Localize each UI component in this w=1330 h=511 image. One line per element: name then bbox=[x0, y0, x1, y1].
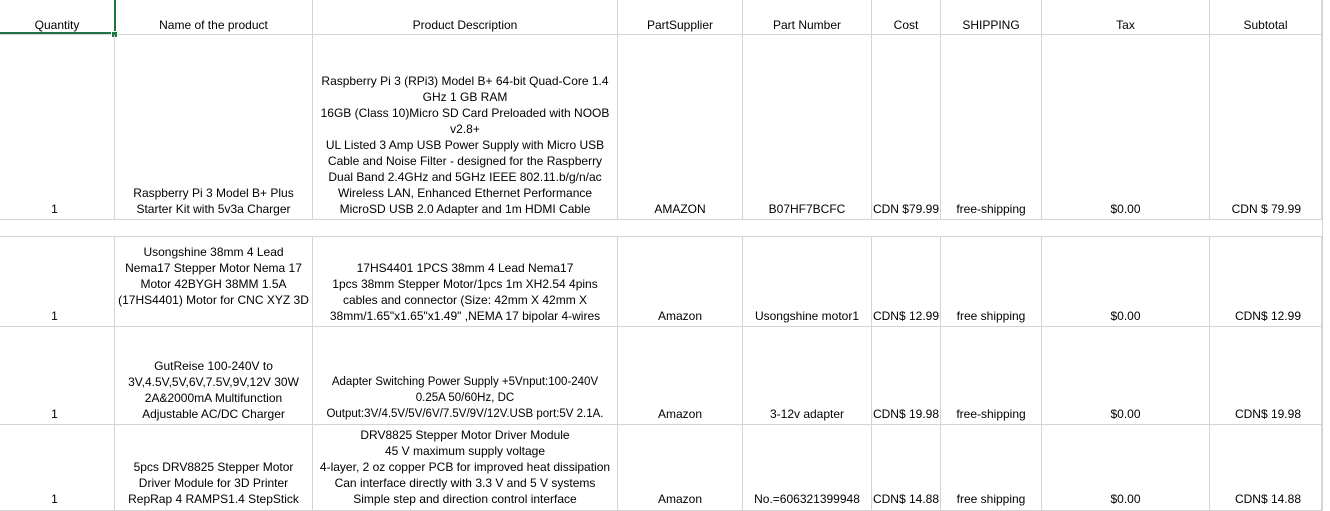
table-cell-cost[interactable]: CDN$ 19.98 bbox=[872, 327, 941, 425]
header-cell-tax[interactable]: Tax bbox=[1042, 0, 1210, 35]
table-cell-description[interactable]: DRV8825 Stepper Motor Driver Module 45 V… bbox=[313, 425, 618, 511]
header-label: Part Number bbox=[772, 18, 842, 32]
cell-text: free-shipping bbox=[956, 202, 1026, 216]
table-cell-tax[interactable]: $0.00 bbox=[1042, 237, 1210, 327]
table-cell-supplier[interactable]: Amazon bbox=[618, 425, 743, 511]
cell-text: $0.00 bbox=[1110, 492, 1141, 506]
table-cell-description[interactable]: Adapter Switching Power Supply +5Vnput:1… bbox=[313, 327, 618, 425]
table-cell-supplier[interactable]: Amazon bbox=[618, 237, 743, 327]
header-label: Name of the product bbox=[159, 18, 268, 32]
header-cell-cost[interactable]: Cost bbox=[872, 0, 941, 35]
table-cell-name[interactable]: 5pcs DRV8825 Stepper Motor Driver Module… bbox=[115, 425, 313, 511]
header-cell-shipping[interactable]: SHIPPING bbox=[941, 0, 1042, 35]
cell-text: 5pcs DRV8825 Stepper Motor Driver Module… bbox=[128, 460, 299, 506]
table-cell-cost[interactable]: CDN$ 14.88 bbox=[872, 425, 941, 511]
table-cell-cost[interactable]: CDN $79.99 bbox=[872, 35, 941, 220]
header-label: PartSupplier bbox=[646, 18, 714, 32]
table-cell-name[interactable]: Usongshine 38mm 4 Lead Nema17 Stepper Mo… bbox=[115, 237, 313, 327]
table-cell-name[interactable]: GutReise 100-240V to 3V,4.5V,5V,6V,7.5V,… bbox=[115, 327, 313, 425]
scroll-edge bbox=[1322, 0, 1330, 511]
table-cell-subtotal[interactable]: CDN $ 79.99 bbox=[1210, 35, 1322, 220]
cell-text: free shipping bbox=[956, 492, 1026, 506]
header-label: Subtotal bbox=[1243, 18, 1288, 32]
header-cell-supplier[interactable]: PartSupplier bbox=[618, 0, 743, 35]
table-cell-shipping[interactable]: free shipping bbox=[941, 425, 1042, 511]
cell-text: free-shipping bbox=[956, 407, 1026, 421]
table-cell-tax[interactable]: $0.00 bbox=[1042, 425, 1210, 511]
table-cell-subtotal[interactable]: CDN$ 12.99 bbox=[1210, 237, 1322, 327]
cell-text: CDN $79.99 bbox=[872, 202, 940, 216]
cell-text: 1 bbox=[51, 309, 58, 323]
table-cell-description[interactable]: 17HS4401 1PCS 38mm 4 Lead Nema17 1pcs 38… bbox=[313, 237, 618, 327]
table-cell-supplier[interactable]: AMAZON bbox=[618, 35, 743, 220]
cell-text: Raspberry Pi 3 (RPi3) Model B+ 64-bit Qu… bbox=[320, 74, 610, 216]
header-cell-subtotal[interactable]: Subtotal bbox=[1210, 0, 1322, 35]
header-cell-part-number[interactable]: Part Number bbox=[743, 0, 872, 35]
table-cell-quantity[interactable]: 1 bbox=[0, 327, 115, 425]
cell-text: No.=606321399948 bbox=[754, 492, 860, 506]
cell-text: 17HS4401 1PCS 38mm 4 Lead Nema17 1pcs 38… bbox=[329, 261, 601, 323]
cell-text: CDN$ 14.88 bbox=[872, 492, 940, 506]
cell-text: $0.00 bbox=[1110, 202, 1141, 216]
cell-text: Usongshine 38mm 4 Lead Nema17 Stepper Mo… bbox=[118, 245, 309, 307]
table-cell-shipping[interactable]: free shipping bbox=[941, 237, 1042, 327]
cell-text: CDN$ 14.88 bbox=[1234, 492, 1301, 506]
cell-text: $0.00 bbox=[1110, 309, 1141, 323]
cell-text: Usongshine motor1 bbox=[754, 309, 860, 323]
header-cell-name[interactable]: Name of the product bbox=[115, 0, 313, 35]
spreadsheet-grid: Quantity Name of the product Product Des… bbox=[0, 0, 1330, 511]
cell-text: Adapter Switching Power Supply +5Vnput:1… bbox=[326, 376, 604, 420]
cell-text: $0.00 bbox=[1110, 407, 1141, 421]
cell-text: CDN $ 79.99 bbox=[1231, 202, 1301, 216]
empty-row[interactable] bbox=[0, 220, 1322, 237]
cell-text: free shipping bbox=[956, 309, 1026, 323]
table-cell-supplier[interactable]: Amazon bbox=[618, 327, 743, 425]
table-cell-tax[interactable]: $0.00 bbox=[1042, 35, 1210, 220]
table-cell-shipping[interactable]: free-shipping bbox=[941, 327, 1042, 425]
cell-text: CDN$ 19.98 bbox=[872, 407, 940, 421]
header-label: Quantity bbox=[34, 18, 80, 32]
table-cell-part-number[interactable]: Usongshine motor1 bbox=[743, 237, 872, 327]
cell-text: B07HF7BCFC bbox=[768, 202, 846, 216]
cell-text: Amazon bbox=[657, 407, 703, 421]
cell-text: 1 bbox=[51, 407, 58, 421]
table-cell-subtotal[interactable]: CDN$ 14.88 bbox=[1210, 425, 1322, 511]
table-cell-quantity[interactable]: 1 bbox=[0, 35, 115, 220]
cell-text: CDN$ 12.99 bbox=[872, 309, 940, 323]
cell-text: AMAZON bbox=[654, 202, 706, 216]
table-cell-shipping[interactable]: free-shipping bbox=[941, 35, 1042, 220]
cell-text: GutReise 100-240V to 3V,4.5V,5V,6V,7.5V,… bbox=[128, 359, 299, 421]
selection-border bbox=[114, 0, 116, 35]
table-cell-description[interactable]: Raspberry Pi 3 (RPi3) Model B+ 64-bit Qu… bbox=[313, 35, 618, 220]
table-cell-name[interactable]: Raspberry Pi 3 Model B+ Plus Starter Kit… bbox=[115, 35, 313, 220]
cell-text: 1 bbox=[51, 492, 58, 506]
cell-text: CDN$ 19.98 bbox=[1234, 407, 1301, 421]
cell-text: 3-12v adapter bbox=[769, 407, 845, 421]
table-cell-cost[interactable]: CDN$ 12.99 bbox=[872, 237, 941, 327]
cell-text: Raspberry Pi 3 Model B+ Plus Starter Kit… bbox=[133, 186, 294, 216]
cell-text: Amazon bbox=[657, 492, 703, 506]
header-label: Tax bbox=[1116, 18, 1135, 32]
header-label: Cost bbox=[893, 18, 919, 32]
cell-text: Amazon bbox=[657, 309, 703, 323]
table-cell-part-number[interactable]: B07HF7BCFC bbox=[743, 35, 872, 220]
table-cell-tax[interactable]: $0.00 bbox=[1042, 327, 1210, 425]
table-cell-quantity[interactable]: 1 bbox=[0, 425, 115, 511]
header-label: SHIPPING bbox=[962, 18, 1020, 32]
cell-text: DRV8825 Stepper Motor Driver Module 45 V… bbox=[319, 428, 611, 506]
table-cell-subtotal[interactable]: CDN$ 19.98 bbox=[1210, 327, 1322, 425]
table-cell-part-number[interactable]: 3-12v adapter bbox=[743, 327, 872, 425]
cell-text: 1 bbox=[51, 202, 58, 216]
table-cell-quantity[interactable]: 1 bbox=[0, 237, 115, 327]
header-cell-quantity[interactable]: Quantity bbox=[0, 0, 115, 35]
cell-text: CDN$ 12.99 bbox=[1234, 309, 1301, 323]
header-cell-description[interactable]: Product Description bbox=[313, 0, 618, 35]
table-cell-part-number[interactable]: No.=606321399948 bbox=[743, 425, 872, 511]
header-label: Product Description bbox=[412, 18, 518, 32]
